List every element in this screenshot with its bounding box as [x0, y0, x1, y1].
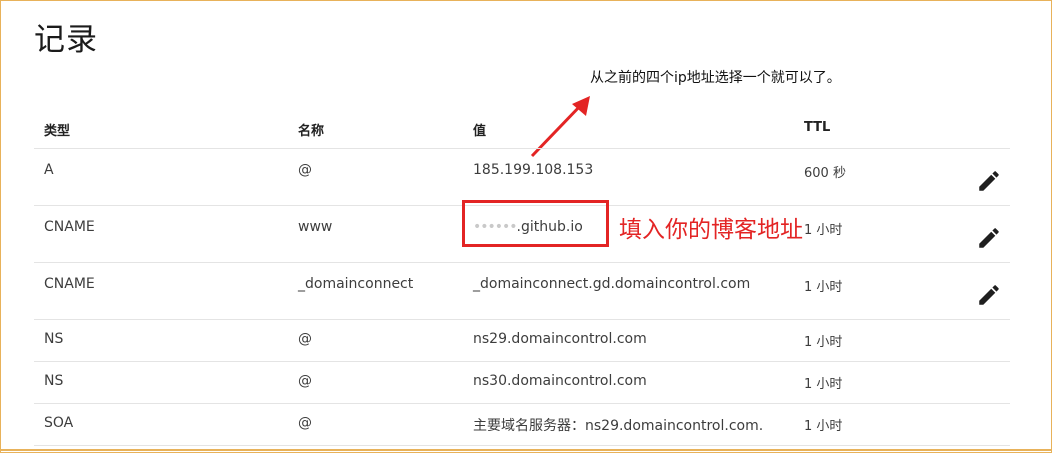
record-name: @: [298, 162, 312, 178]
frame-bottom-border: [0, 449, 1052, 451]
record-name: _domainconnect: [298, 276, 414, 292]
record-ttl: 1 小时: [804, 377, 843, 392]
record-name: @: [298, 331, 312, 347]
table-row: A @ 185.199.108.153 600 秒: [34, 149, 1010, 206]
record-type: A: [44, 162, 54, 178]
record-name: @: [298, 373, 312, 389]
table-header-row: 类型 名称 值 TTL: [34, 108, 1010, 149]
record-ttl: 600 秒: [804, 166, 846, 181]
table-row: SOA @ 主要域名服务器：ns29.domaincontrol.com. 1 …: [34, 404, 1010, 446]
record-type: NS: [44, 373, 64, 389]
record-value: _domainconnect.gd.domaincontrol.com: [473, 276, 751, 292]
edit-record-button[interactable]: [974, 166, 1004, 196]
record-value: ns30.domaincontrol.com: [473, 373, 647, 389]
record-type: SOA: [44, 415, 74, 431]
table-row: NS @ ns29.domaincontrol.com 1 小时: [34, 320, 1010, 362]
column-header-name[interactable]: 名称: [298, 120, 324, 139]
edit-record-button[interactable]: [974, 280, 1004, 310]
record-name: www: [298, 219, 333, 235]
column-header-value[interactable]: 值: [473, 120, 486, 139]
page-title: 记录: [34, 22, 98, 58]
pencil-icon: [979, 228, 999, 248]
record-ttl: 1 小时: [804, 223, 843, 238]
pencil-icon: [979, 285, 999, 305]
table-row: CNAME www ••••••.github.io 1 小时: [34, 206, 1010, 263]
record-value: 主要域名服务器：ns29.domaincontrol.com.: [473, 418, 764, 434]
table-row: CNAME _domainconnect _domainconnect.gd.d…: [34, 263, 1010, 320]
column-header-type[interactable]: 类型: [44, 120, 70, 139]
record-ttl: 1 小时: [804, 335, 843, 350]
pencil-icon: [979, 171, 999, 191]
table-row: NS @ ns30.domaincontrol.com 1 小时: [34, 362, 1010, 404]
redacted-username: ••••••: [473, 219, 518, 235]
record-value: ••••••.github.io: [473, 219, 583, 235]
record-type: CNAME: [44, 219, 95, 235]
record-type: NS: [44, 331, 64, 347]
annotation-callout: 填入你的博客地址: [619, 210, 803, 244]
annotation-note: 从之前的四个ip地址选择一个就可以了。: [590, 70, 841, 86]
record-value: ns29.domaincontrol.com: [473, 331, 647, 347]
column-header-ttl[interactable]: TTL: [804, 120, 830, 135]
record-value: 185.199.108.153: [473, 162, 594, 178]
dns-records-table: 类型 名称 值 TTL A @ 185.199.108.153 600 秒 CN…: [34, 108, 1010, 446]
edit-record-button[interactable]: [974, 223, 1004, 253]
record-name: @: [298, 415, 312, 431]
record-ttl: 1 小时: [804, 280, 843, 295]
record-type: CNAME: [44, 276, 95, 292]
record-value-domain: .github.io: [516, 219, 583, 235]
record-ttl: 1 小时: [804, 419, 843, 434]
